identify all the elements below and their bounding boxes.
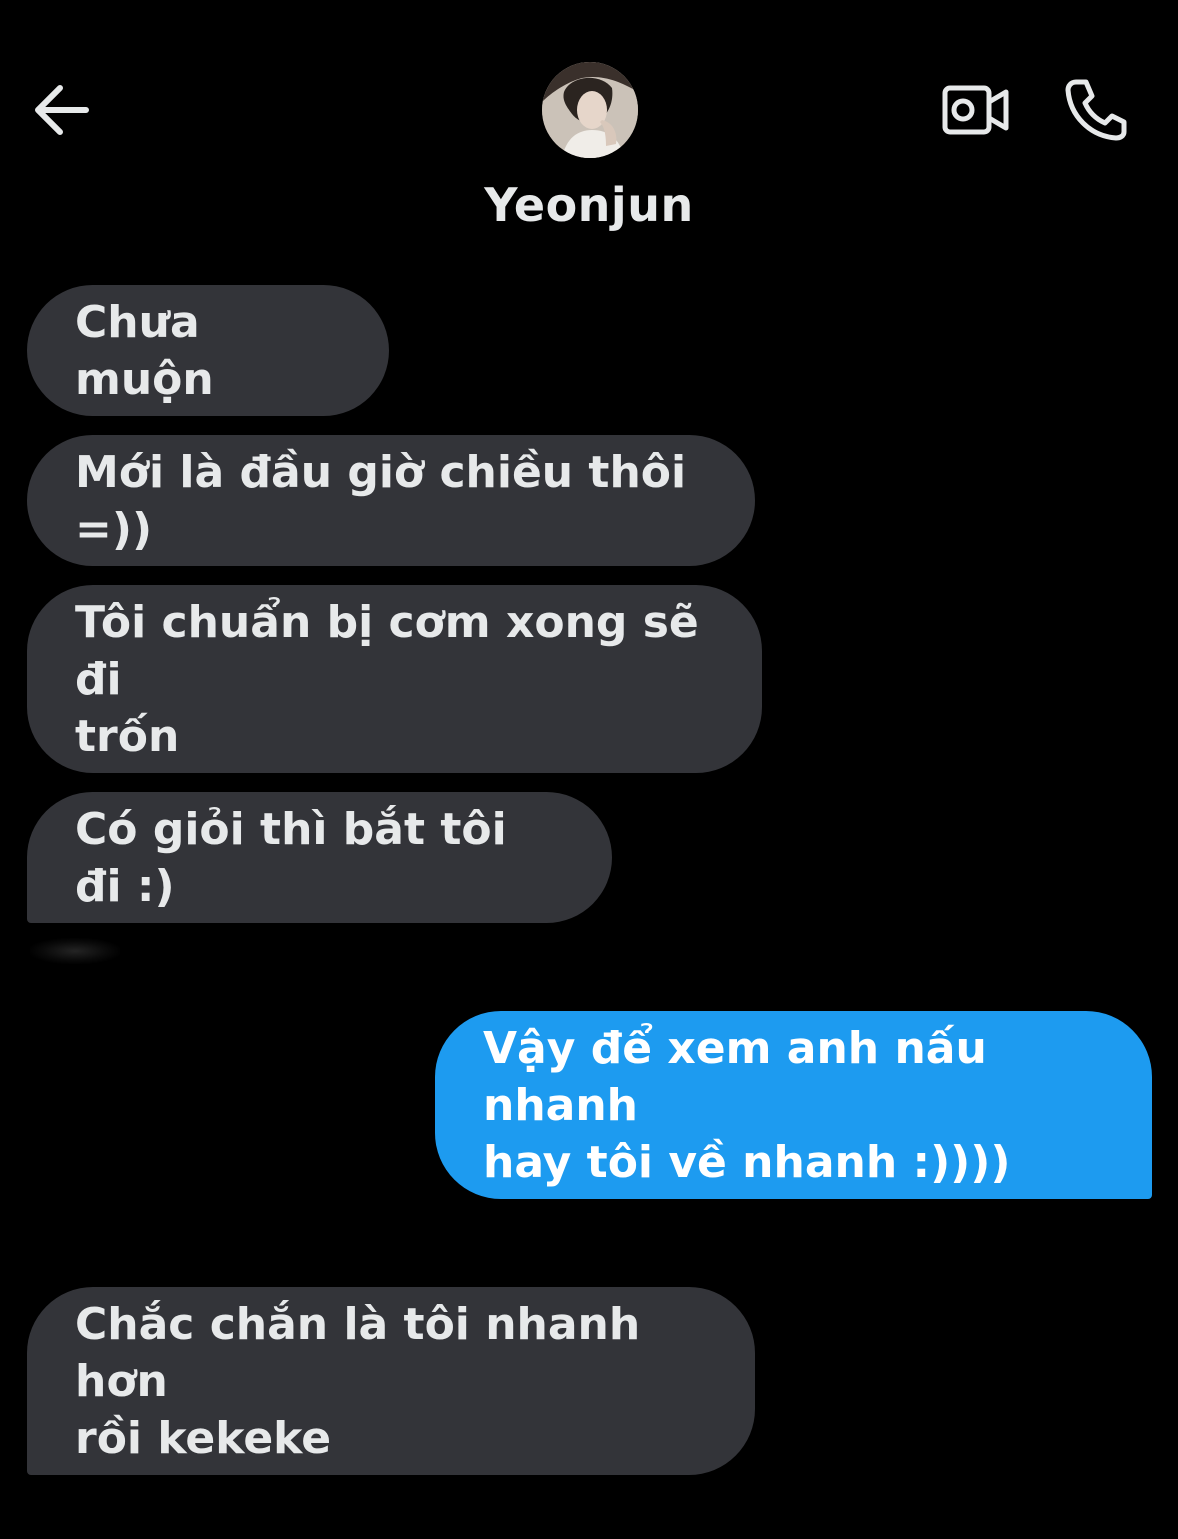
contact-name: Yeonjun (484, 178, 694, 232)
redacted-timestamp (30, 938, 120, 964)
back-button[interactable] (30, 80, 92, 140)
video-call-button[interactable] (940, 80, 1012, 140)
avatar-photo (542, 62, 638, 158)
chat-screen: Yeonjun Chưa muộn Mới là đầu giờ chiều t… (0, 0, 1178, 1539)
message-bubble-outgoing[interactable]: Vậy để xem anh nấu nhanh hay tôi về nhan… (435, 1011, 1152, 1199)
arrow-left-icon (35, 85, 89, 135)
message-bubble-incoming[interactable]: Chắc chắn là tôi nhanh hơn rồi kekeke (27, 1287, 755, 1475)
message-bubble-incoming[interactable]: Tôi chuẩn bị cơm xong sẽ đi trốn (27, 585, 762, 773)
avatar[interactable] (542, 62, 638, 158)
video-camera-icon (942, 85, 1009, 135)
message-bubble-incoming[interactable]: Mới là đầu giờ chiều thôi =)) (27, 435, 755, 566)
voice-call-button[interactable] (1060, 76, 1130, 142)
message-bubble-incoming[interactable]: Chưa muộn (27, 285, 389, 416)
message-bubble-incoming[interactable]: Có giỏi thì bắt tôi đi :) (27, 792, 612, 923)
phone-icon (1065, 79, 1127, 141)
